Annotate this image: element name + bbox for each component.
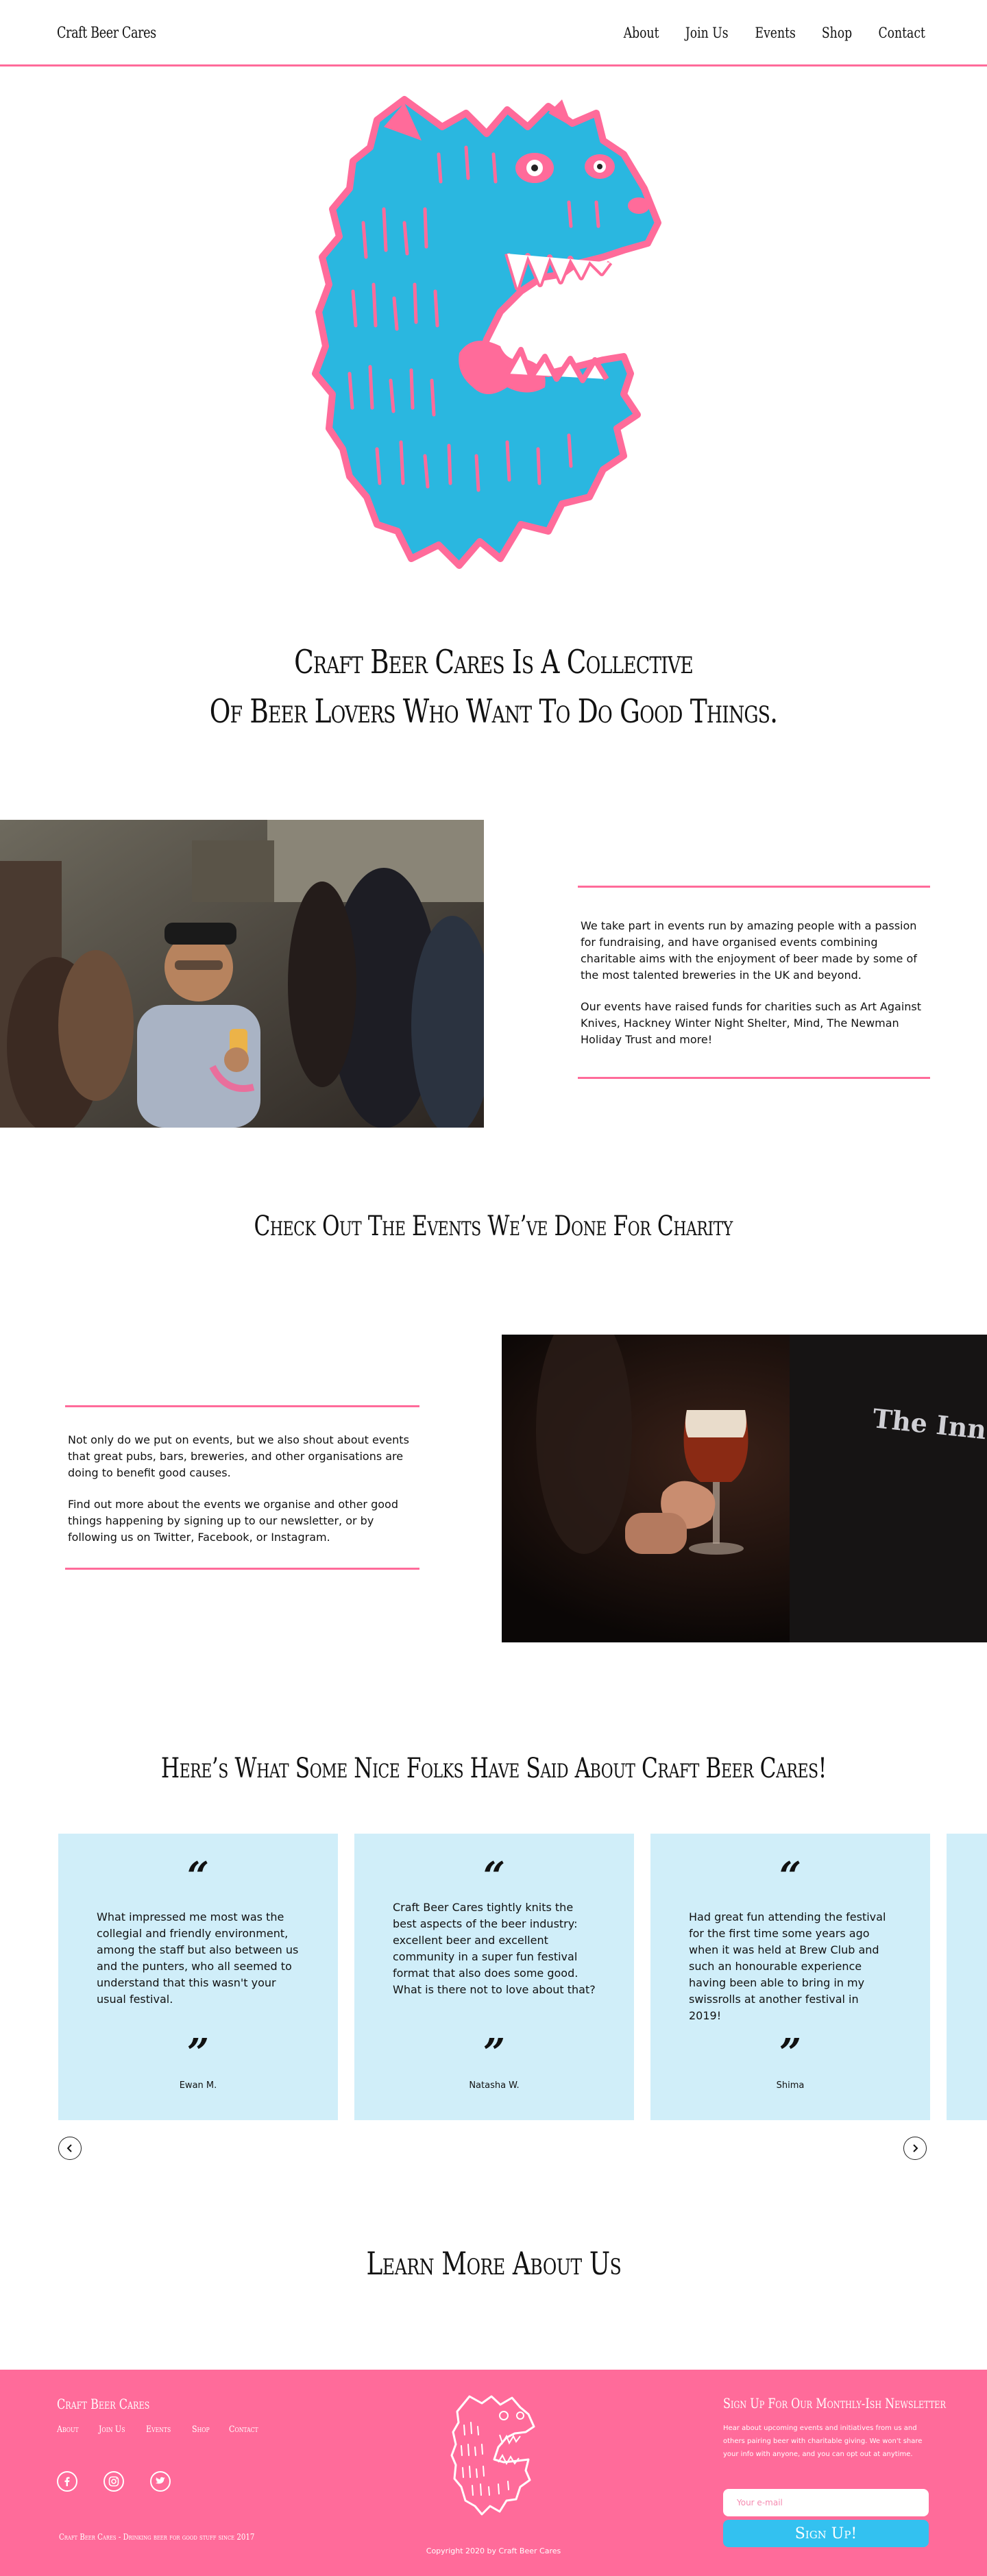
quote-close-icon: ”: [483, 2030, 506, 2076]
quote-open-icon: “: [186, 1854, 210, 1899]
footer-nav-contact[interactable]: Contact: [229, 2425, 258, 2435]
events-paragraph-2: Find out more about the events we organi…: [68, 1498, 398, 1544]
carousel-next-button[interactable]: [903, 2137, 927, 2160]
nav-shop[interactable]: Shop: [821, 25, 851, 41]
about-paragraph-2: Our events have raised funds for chariti…: [581, 1000, 922, 1046]
testimonial-author: Ewan M.: [179, 2080, 217, 2091]
site-footer: Craft Beer Cares About Join Us Events Sh…: [0, 2370, 987, 2576]
hero-tagline: Craft Beer Cares Is A Collective Of Beer…: [0, 637, 987, 736]
main-nav: About Join Us Events Shop Contact: [620, 25, 930, 41]
quote-open-icon: “: [779, 1854, 802, 1899]
nav-contact[interactable]: Contact: [878, 25, 925, 41]
footer-nav: About Join Us Events Shop Contact: [57, 2425, 263, 2435]
social-links: [57, 2471, 171, 2492]
newsletter-title: Sign Up For Our Monthly-Ish Newsletter: [723, 2395, 946, 2411]
newsletter-description: Hear about upcoming events and initiativ…: [723, 2425, 923, 2458]
about-paragraph-1: We take part in events run by amazing pe…: [581, 919, 917, 982]
footer-nav-about[interactable]: About: [57, 2425, 79, 2435]
testimonial-author: Natasha W.: [469, 2080, 520, 2091]
testimonial-card: “ Craft Beer Cares tightly knits the bes…: [354, 1834, 634, 2120]
quote-close-icon: ”: [186, 2030, 210, 2076]
testimonial-card: “ What impressed me most was the collegi…: [58, 1834, 338, 2120]
events-text-panel: Not only do we put on events, but we als…: [65, 1405, 419, 1570]
events-title: Check Out The Events We’ve Done For Char…: [254, 1211, 733, 1242]
nav-join-us[interactable]: Join Us: [685, 25, 729, 41]
events-paragraph-1: Not only do we put on events, but we als…: [68, 1433, 409, 1479]
instagram-icon[interactable]: [103, 2471, 124, 2492]
newsletter-signup-button[interactable]: Sign Up!: [723, 2520, 929, 2547]
monster-c-logo: [312, 96, 661, 569]
copyright-text: Copyright 2020 by Craft Beer Cares: [426, 2547, 561, 2555]
footer-monster-logo: [450, 2395, 535, 2516]
beer-glass-photo-art: The Inn: [502, 1335, 987, 1642]
beer-glass-photo: The Inn: [502, 1335, 987, 1642]
testimonial-author: Shima: [776, 2080, 805, 2091]
learn-more-link[interactable]: Learn More About Us: [0, 2245, 987, 2282]
tagline-line-2: Of Beer Lovers Who Want To Do Good Thing…: [209, 692, 778, 731]
carousel-prev-button[interactable]: [58, 2137, 82, 2160]
footer-tagline: Craft Beer Cares - Drinking beer for goo…: [59, 2532, 255, 2542]
footer-brand: Craft Beer Cares: [57, 2396, 150, 2412]
testimonial-card-partial: [947, 1834, 987, 2120]
footer-nav-shop[interactable]: Shop: [192, 2425, 210, 2435]
quote-close-icon: ”: [779, 2030, 802, 2076]
testimonial-quote: Craft Beer Cares tightly knits the best …: [393, 1901, 596, 1996]
newsletter-email-input[interactable]: [723, 2489, 929, 2516]
footer-nav-events[interactable]: Events: [146, 2425, 171, 2435]
chevron-right-icon: [913, 2144, 918, 2152]
testimonials-title: Here’s What Some Nice Folks Have Said Ab…: [160, 1753, 827, 1784]
quote-open-icon: “: [483, 1854, 506, 1899]
site-header: Craft Beer Cares About Join Us Events Sh…: [0, 0, 987, 66]
festival-photo: [0, 820, 484, 1128]
festival-photo-art: [0, 820, 484, 1128]
tagline-line-1: Craft Beer Cares Is A Collective: [294, 643, 694, 681]
twitter-icon[interactable]: [150, 2471, 171, 2492]
testimonial-quote: What impressed me most was the collegial…: [97, 1910, 299, 2006]
testimonial-quote: Had great fun attending the festival for…: [689, 1910, 886, 2022]
footer-nav-join-us[interactable]: Join Us: [99, 2425, 125, 2435]
about-text-panel: We take part in events run by amazing pe…: [578, 886, 930, 1079]
nav-about[interactable]: About: [623, 25, 659, 41]
facebook-icon[interactable]: [57, 2471, 77, 2492]
nav-events[interactable]: Events: [755, 25, 796, 41]
brand-link[interactable]: Craft Beer Cares: [57, 25, 156, 42]
chevron-left-icon: [66, 2144, 72, 2152]
testimonial-card: “ Had great fun attending the festival f…: [650, 1834, 930, 2120]
